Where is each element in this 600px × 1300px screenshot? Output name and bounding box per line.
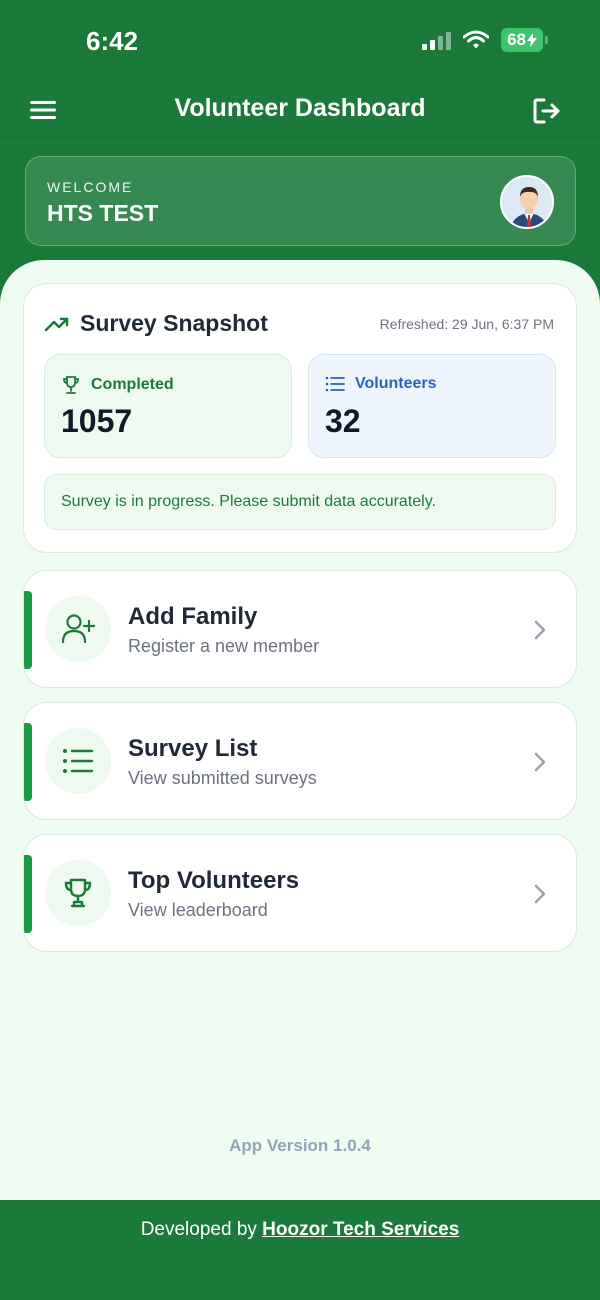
status-icons: 68 bbox=[422, 28, 548, 52]
charging-icon bbox=[527, 33, 537, 47]
accent-bar bbox=[24, 591, 32, 669]
refreshed-timestamp: Refreshed: 29 Jun, 6:37 PM bbox=[379, 316, 554, 332]
avatar-icon bbox=[502, 177, 552, 227]
volunteers-label: Volunteers bbox=[355, 375, 437, 392]
completed-label: Completed bbox=[91, 376, 174, 393]
action-subtitle: View submitted surveys bbox=[128, 768, 317, 788]
status-bar: 6:42 68 bbox=[0, 0, 600, 80]
battery-tip bbox=[545, 36, 548, 44]
volunteers-stat: Volunteers 32 bbox=[308, 354, 556, 458]
top-volunteers-button[interactable]: Top Volunteers View leaderboard bbox=[23, 834, 577, 952]
app-bar: Volunteer Dashboard bbox=[0, 80, 600, 138]
accent-bar bbox=[24, 723, 32, 801]
trophy-icon bbox=[64, 878, 92, 908]
volunteers-label-row: Volunteers bbox=[325, 375, 437, 393]
page-title: Volunteer Dashboard bbox=[174, 94, 426, 122]
battery-indicator: 68 bbox=[501, 28, 543, 52]
welcome-card: WELCOME HTS TEST bbox=[25, 156, 576, 246]
icon-circle bbox=[45, 860, 111, 926]
snapshot-title: Survey Snapshot bbox=[80, 310, 268, 336]
survey-notice: Survey is in progress. Please submit dat… bbox=[44, 474, 556, 530]
survey-snapshot-card: Survey Snapshot Refreshed: 29 Jun, 6:37 … bbox=[23, 283, 577, 553]
avatar[interactable] bbox=[500, 175, 554, 229]
wifi-icon bbox=[463, 30, 490, 49]
list-icon bbox=[63, 749, 94, 773]
logout-icon[interactable] bbox=[532, 96, 562, 126]
snapshot-header: Survey Snapshot bbox=[44, 310, 268, 337]
trophy-icon bbox=[63, 376, 79, 394]
signal-icon bbox=[422, 30, 452, 50]
footer-prefix: Developed by bbox=[140, 1219, 263, 1240]
welcome-label: WELCOME bbox=[47, 179, 134, 195]
completed-value: 1057 bbox=[61, 403, 133, 439]
app-version: App Version 1.0.4 bbox=[229, 1136, 371, 1155]
icon-circle bbox=[45, 596, 111, 662]
action-title: Top Volunteers bbox=[128, 867, 300, 894]
accent-bar bbox=[24, 855, 32, 933]
list-icon bbox=[325, 376, 345, 392]
completed-stat: Completed 1057 bbox=[44, 354, 292, 458]
action-title: Add Family bbox=[128, 603, 258, 630]
chevron-right-icon bbox=[534, 620, 546, 640]
volunteers-value: 32 bbox=[325, 403, 361, 439]
status-time: 6:42 bbox=[86, 26, 139, 56]
action-subtitle: View leaderboard bbox=[128, 900, 268, 920]
completed-label-row: Completed bbox=[61, 375, 174, 395]
battery-level: 68 bbox=[507, 30, 526, 49]
developer-link[interactable]: Hoozor Tech Services bbox=[262, 1219, 459, 1240]
add-user-icon bbox=[61, 614, 95, 644]
footer: Developed by Hoozor Tech Services bbox=[0, 1200, 600, 1300]
chevron-right-icon bbox=[534, 884, 546, 904]
chevron-right-icon bbox=[534, 752, 546, 772]
action-title: Survey List bbox=[128, 735, 258, 762]
user-name: HTS TEST bbox=[47, 200, 159, 226]
icon-circle bbox=[45, 728, 111, 794]
action-subtitle: Register a new member bbox=[128, 636, 320, 656]
trending-up-icon bbox=[44, 317, 69, 331]
survey-list-button[interactable]: Survey List View submitted surveys bbox=[23, 702, 577, 820]
add-family-button[interactable]: Add Family Register a new member bbox=[23, 570, 577, 688]
